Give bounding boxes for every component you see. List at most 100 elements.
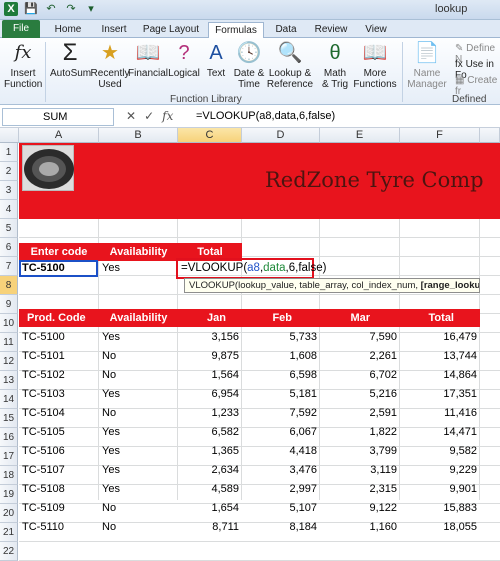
math-trig-button[interactable]: θ Math & Trig (316, 40, 354, 90)
table-cell-total[interactable]: 9,582 (400, 442, 480, 461)
table-cell-jan[interactable]: 3,156 (178, 328, 242, 347)
redo-icon[interactable]: ↷ (64, 2, 78, 16)
row-header-2[interactable]: 2 (0, 162, 18, 181)
row-header-13[interactable]: 13 (0, 371, 18, 390)
formula-input[interactable]: =VLOOKUP(a8,data,6,false) (196, 110, 335, 122)
table-cell-availability[interactable]: No (99, 366, 178, 385)
column-header-f[interactable]: F (400, 128, 480, 143)
table-cell-jan[interactable]: 1,365 (178, 442, 242, 461)
tab-view[interactable]: View (360, 22, 392, 38)
autosum-button[interactable]: Σ AutoSum (50, 40, 91, 80)
table-cell-mar[interactable]: 9,122 (320, 499, 400, 518)
table-cell-jan[interactable]: 1,233 (178, 404, 242, 423)
tab-data[interactable]: Data (270, 22, 302, 38)
table-cell-mar[interactable]: 1,822 (320, 423, 400, 442)
logical-button[interactable]: ? Logical (166, 40, 202, 79)
table-cell-prod-code[interactable]: TC-5102 (19, 366, 99, 385)
row-header-20[interactable]: 20 (0, 504, 18, 523)
table-cell-feb[interactable]: 2,997 (242, 480, 320, 499)
table-cell-jan[interactable]: 9,875 (178, 347, 242, 366)
row-header-4[interactable]: 4 (0, 200, 18, 219)
tab-page-layout[interactable]: Page Layout (140, 22, 202, 38)
table-cell-feb[interactable]: 7,592 (242, 404, 320, 423)
tab-file[interactable]: File (2, 20, 40, 38)
save-icon[interactable]: 💾 (24, 2, 38, 16)
table-cell-availability[interactable]: Yes (99, 461, 178, 480)
select-all-corner[interactable] (0, 128, 19, 143)
financial-button[interactable]: 📖 Financial (128, 40, 168, 79)
table-cell-jan[interactable]: 8,711 (178, 518, 242, 537)
table-cell-feb[interactable]: 1,608 (242, 347, 320, 366)
column-header-g[interactable] (480, 128, 500, 143)
table-cell-feb[interactable]: 5,107 (242, 499, 320, 518)
table-cell-jan[interactable]: 2,634 (178, 461, 242, 480)
row-header-7[interactable]: 7 (0, 257, 18, 276)
undo-icon[interactable]: ↶ (44, 2, 58, 16)
row-header-19[interactable]: 19 (0, 485, 18, 504)
column-header-c[interactable]: C (178, 128, 242, 143)
column-header-d[interactable]: D (242, 128, 320, 143)
table-cell-jan[interactable]: 4,589 (178, 480, 242, 499)
enter-check-icon[interactable]: ✓ (144, 109, 154, 123)
row-header-8[interactable]: 8 (0, 276, 18, 295)
table-cell-availability[interactable]: Yes (99, 328, 178, 347)
name-box[interactable]: SUM (2, 108, 114, 126)
table-cell-mar[interactable]: 3,119 (320, 461, 400, 480)
table-cell-mar[interactable]: 6,702 (320, 366, 400, 385)
table-cell-prod-code[interactable]: TC-5107 (19, 461, 99, 480)
cancel-icon[interactable]: ✕ (126, 109, 136, 123)
table-cell-mar[interactable]: 7,590 (320, 328, 400, 347)
fx-formula-icon[interactable]: fx (162, 109, 173, 123)
row-header-16[interactable]: 16 (0, 428, 18, 447)
row-header-22[interactable]: 22 (0, 542, 18, 561)
row-header-6[interactable]: 6 (0, 238, 18, 257)
table-cell-total[interactable]: 9,901 (400, 480, 480, 499)
table-cell-total[interactable]: 11,416 (400, 404, 480, 423)
row-header-21[interactable]: 21 (0, 523, 18, 542)
qat-dropdown-icon[interactable]: ▾ (84, 2, 98, 16)
table-cell-total[interactable]: 18,055 (400, 518, 480, 537)
name-manager-button[interactable]: 📄 Name Manager (406, 40, 448, 90)
excel-app-icon[interactable]: X (4, 2, 18, 16)
table-cell-prod-code[interactable]: TC-5108 (19, 480, 99, 499)
table-cell-mar[interactable]: 3,799 (320, 442, 400, 461)
table-cell-availability[interactable]: Yes (99, 423, 178, 442)
lookup-reference-button[interactable]: 🔍 Lookup & Reference (266, 40, 314, 90)
table-cell-mar[interactable]: 2,261 (320, 347, 400, 366)
row-header-9[interactable]: 9 (0, 295, 18, 314)
more-functions-button[interactable]: 📖 More Functions (352, 40, 398, 90)
table-cell-prod-code[interactable]: TC-5109 (19, 499, 99, 518)
insert-function-button[interactable]: fx Insert Function (4, 40, 42, 90)
table-cell-availability[interactable]: No (99, 404, 178, 423)
cell-b8-availability[interactable]: Yes (99, 259, 123, 278)
table-cell-prod-code[interactable]: TC-5106 (19, 442, 99, 461)
table-cell-prod-code[interactable]: TC-5100 (19, 328, 99, 347)
table-cell-total[interactable]: 15,883 (400, 499, 480, 518)
table-cell-prod-code[interactable]: TC-5104 (19, 404, 99, 423)
cell-c8-formula[interactable]: =VLOOKUP(a8,data,6,false) (178, 259, 329, 278)
row-header-5[interactable]: 5 (0, 219, 18, 238)
row-header-17[interactable]: 17 (0, 447, 18, 466)
table-cell-mar[interactable]: 5,216 (320, 385, 400, 404)
column-header-b[interactable]: B (99, 128, 178, 143)
row-header-18[interactable]: 18 (0, 466, 18, 485)
table-cell-availability[interactable]: No (99, 499, 178, 518)
table-cell-prod-code[interactable]: TC-5101 (19, 347, 99, 366)
table-cell-prod-code[interactable]: TC-5110 (19, 518, 99, 537)
tab-review[interactable]: Review (310, 22, 352, 38)
table-cell-mar[interactable]: 2,315 (320, 480, 400, 499)
row-header-3[interactable]: 3 (0, 181, 18, 200)
table-cell-total[interactable]: 16,479 (400, 328, 480, 347)
table-cell-feb[interactable]: 6,598 (242, 366, 320, 385)
row-header-15[interactable]: 15 (0, 409, 18, 428)
table-cell-feb[interactable]: 5,181 (242, 385, 320, 404)
table-cell-prod-code[interactable]: TC-5103 (19, 385, 99, 404)
tab-formulas[interactable]: Formulas (208, 22, 264, 39)
table-cell-total[interactable]: 9,229 (400, 461, 480, 480)
table-cell-availability[interactable]: No (99, 518, 178, 537)
table-cell-availability[interactable]: No (99, 347, 178, 366)
table-cell-jan[interactable]: 1,564 (178, 366, 242, 385)
table-cell-feb[interactable]: 4,418 (242, 442, 320, 461)
table-cell-mar[interactable]: 1,160 (320, 518, 400, 537)
table-cell-feb[interactable]: 8,184 (242, 518, 320, 537)
